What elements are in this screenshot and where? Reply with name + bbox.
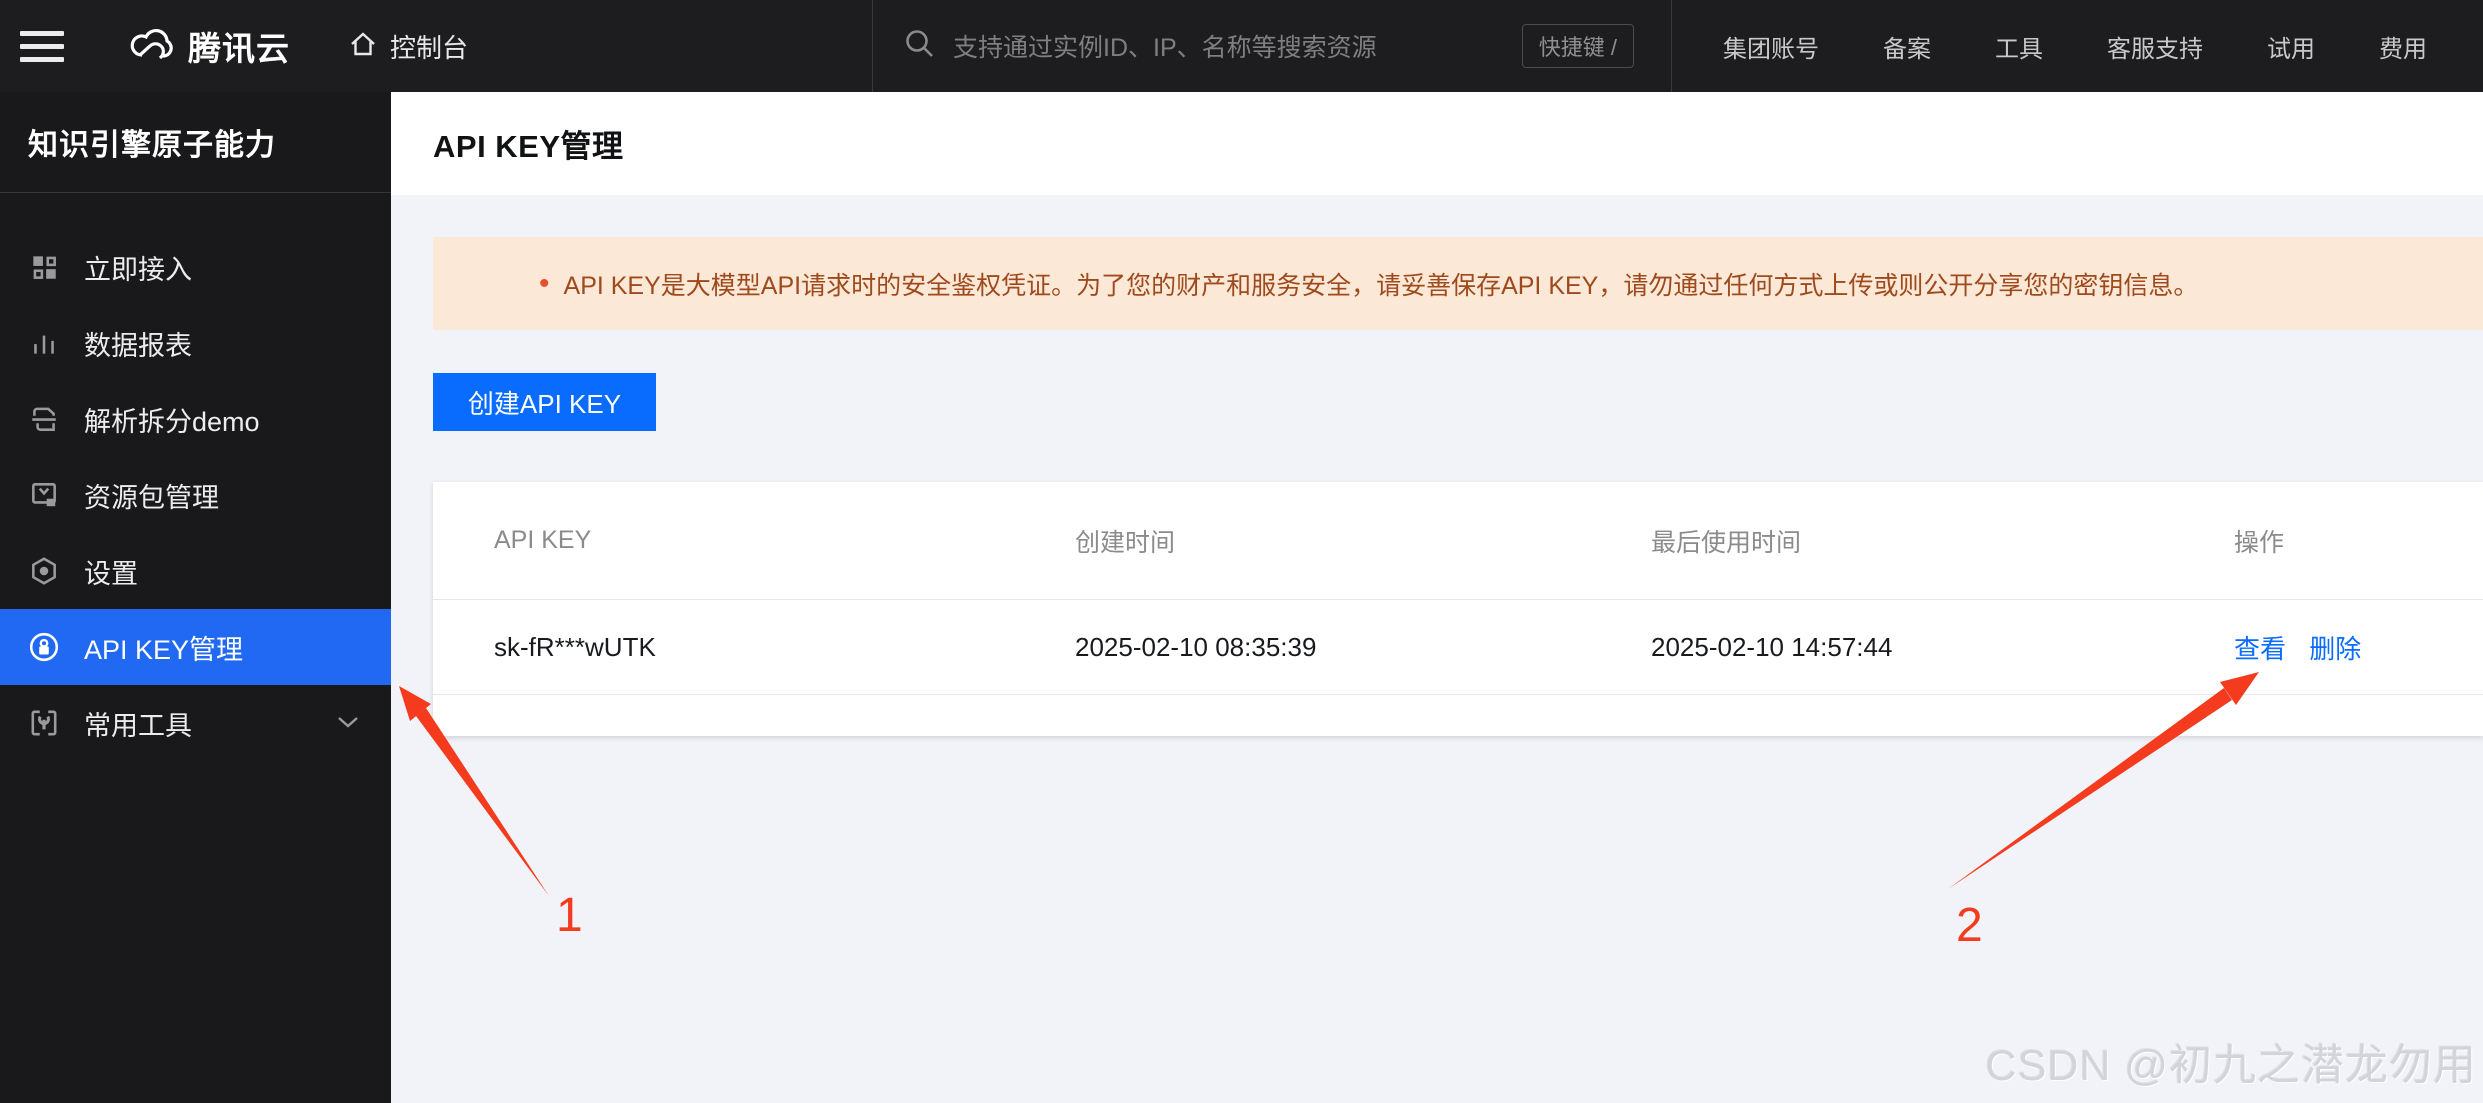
annotation-number-2: 2 — [1956, 899, 1983, 952]
menu-item-trial[interactable]: 试用 — [2267, 29, 2315, 64]
chevron-down-icon — [335, 713, 361, 736]
sidebar-item-label: API KEY管理 — [84, 634, 244, 665]
sidebar-item-api-key-management[interactable]: API KEY管理 — [0, 609, 391, 685]
hamburger-menu-icon[interactable] — [0, 0, 84, 92]
column-header-last-used-time: 最后使用时间 — [1651, 528, 1802, 557]
sidebar-item-label: 解析拆分demo — [84, 406, 260, 437]
tencent-cloud-logo[interactable]: 腾讯云 — [122, 22, 290, 70]
key-icon — [28, 631, 60, 663]
alert-text: API KEY是大模型API请求时的安全鉴权凭证。为了您的财产和服务安全，请妥善… — [563, 271, 2199, 300]
sidebar-menu: 立即接入 数据报表 解析拆分demo 资源包管理 设置 API KEY管理 常用… — [0, 229, 391, 761]
resource-package-icon — [28, 479, 60, 511]
api-key-table-card: API KEY 创建时间 最后使用时间 操作 sk-fR***wUTK 2025… — [433, 482, 2483, 736]
sidebar-item-label: 资源包管理 — [84, 482, 219, 513]
table-header-row: API KEY 创建时间 最后使用时间 操作 — [433, 482, 2483, 600]
home-icon — [348, 29, 378, 64]
cloud-logo-icon — [122, 26, 174, 67]
sidebar-item-parse-split-demo[interactable]: 解析拆分demo — [0, 381, 391, 457]
api-key-value: sk-fR***wUTK — [494, 631, 656, 662]
brand-name: 腾讯云 — [188, 30, 290, 67]
sidebar-item-data-report[interactable]: 数据报表 — [0, 305, 391, 381]
console-nav-link[interactable]: 控制台 — [348, 28, 468, 65]
api-key-warning-banner: • API KEY是大模型API请求时的安全鉴权凭证。为了您的财产和服务安全，请… — [433, 237, 2483, 330]
last-used-time-value: 2025-02-10 14:57:44 — [1651, 631, 1893, 662]
search-icon — [903, 27, 937, 66]
grid-icon — [28, 251, 60, 283]
sidebar-item-label: 常用工具 — [84, 710, 192, 741]
page-title: API KEY管理 — [433, 129, 624, 164]
menu-item-tools[interactable]: 工具 — [1995, 29, 2043, 64]
search-placeholder: 支持通过实例ID、IP、名称等搜索资源 — [953, 34, 1377, 62]
sidebar-title: 知识引擎原子能力 — [0, 92, 391, 193]
csdn-watermark: CSDN @初九之潜龙勿用 — [1985, 1042, 2477, 1090]
top-menu: 集团账号 备案 工具 客服支持 试用 费用 — [1723, 0, 2427, 92]
bar-chart-icon — [28, 327, 60, 359]
delete-key-link[interactable]: 删除 — [2309, 634, 2361, 664]
page-header: API KEY管理 — [391, 92, 2483, 195]
menu-item-group-account[interactable]: 集团账号 — [1723, 29, 1819, 64]
console-label: 控制台 — [390, 32, 469, 63]
global-search-input[interactable]: 支持通过实例ID、IP、名称等搜索资源 快捷键 / — [872, 0, 1672, 92]
wrench-icon — [28, 707, 60, 739]
annotation-number-1: 1 — [556, 889, 583, 942]
sidebar-item-resource-package[interactable]: 资源包管理 — [0, 457, 391, 533]
top-navigation-bar: 腾讯云 控制台 支持通过实例ID、IP、名称等搜索资源 快捷键 / 集团账号 备… — [0, 0, 2483, 92]
created-time-value: 2025-02-10 08:35:39 — [1075, 631, 1317, 662]
document-split-icon — [28, 403, 60, 435]
menu-item-billing[interactable]: 费用 — [2379, 29, 2427, 64]
sidebar-item-label: 数据报表 — [84, 330, 192, 361]
row-actions: 查看 删除 — [2234, 629, 2483, 666]
column-header-api-key: API KEY — [494, 526, 592, 554]
gear-icon — [28, 555, 60, 587]
alert-bullet-icon: • — [539, 266, 550, 300]
table-bottom-padding — [433, 695, 2483, 736]
sidebar-item-common-tools[interactable]: 常用工具 — [0, 685, 391, 761]
sidebar: 知识引擎原子能力 立即接入 数据报表 解析拆分demo 资源包管理 设置 API… — [0, 92, 391, 1103]
main-content: API KEY管理 • API KEY是大模型API请求时的安全鉴权凭证。为了您… — [391, 92, 2483, 1103]
column-header-actions: 操作 — [2234, 528, 2285, 557]
column-header-created-time: 创建时间 — [1075, 528, 1176, 557]
sidebar-item-quick-access[interactable]: 立即接入 — [0, 229, 391, 305]
sidebar-item-settings[interactable]: 设置 — [0, 533, 391, 609]
menu-item-icp[interactable]: 备案 — [1883, 29, 1931, 64]
create-api-key-button[interactable]: 创建API KEY — [433, 373, 656, 431]
table-row: sk-fR***wUTK 2025-02-10 08:35:39 2025-02… — [433, 600, 2483, 695]
sidebar-item-label: 立即接入 — [84, 254, 192, 285]
view-key-link[interactable]: 查看 — [2234, 634, 2286, 664]
menu-item-support[interactable]: 客服支持 — [2107, 29, 2203, 64]
search-shortcut-hint: 快捷键 / — [1521, 24, 1634, 68]
sidebar-item-label: 设置 — [84, 558, 138, 589]
